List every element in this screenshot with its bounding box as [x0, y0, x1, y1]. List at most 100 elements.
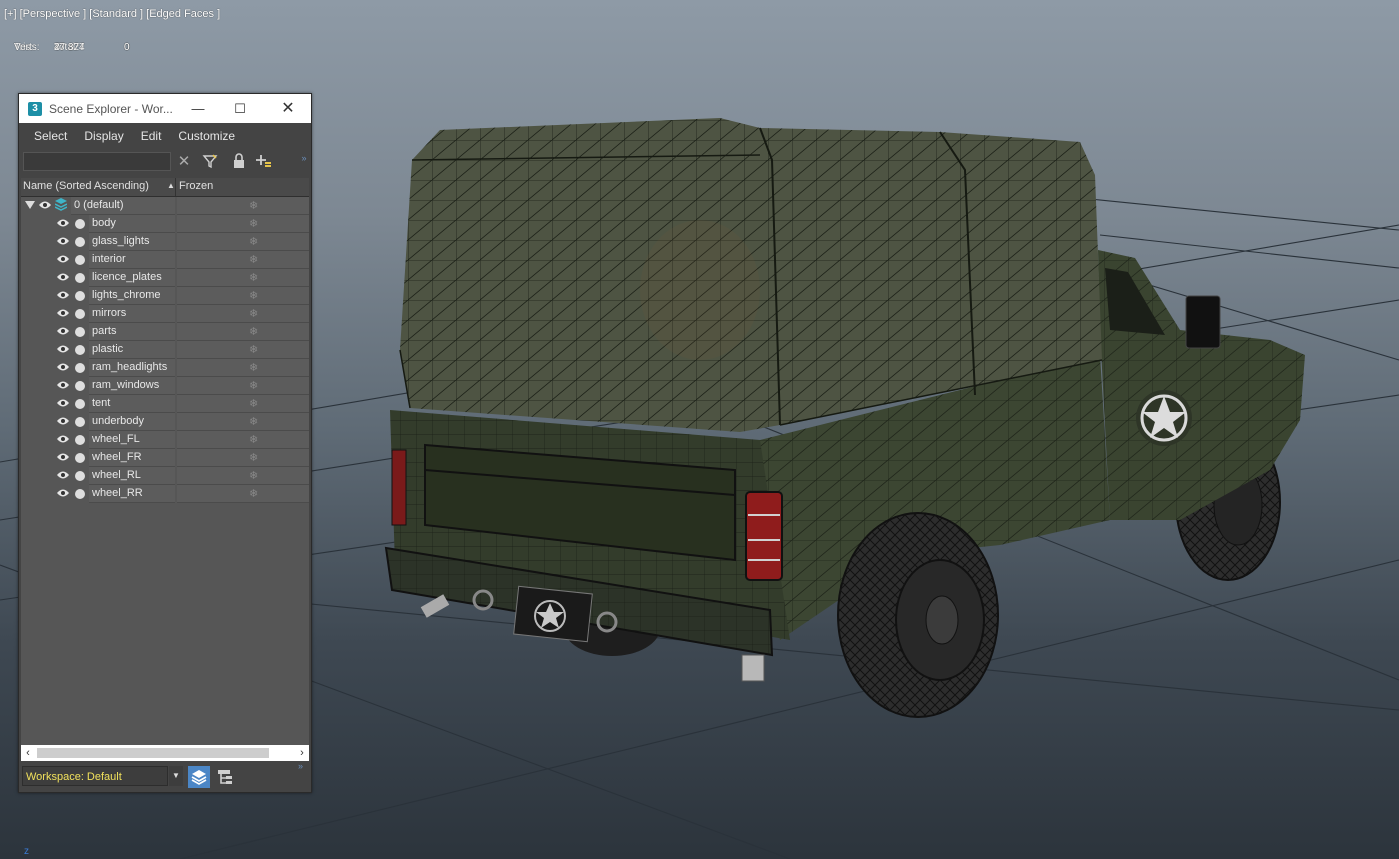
object-row[interactable]: mirrors ❄: [21, 305, 309, 323]
app-icon: 3: [28, 101, 42, 116]
eye-icon[interactable]: [57, 416, 69, 426]
column-name-header[interactable]: Name (Sorted Ascending): [23, 180, 149, 192]
snowflake-icon[interactable]: ❄: [249, 361, 258, 374]
viewport-label[interactable]: [+] [Perspective ] [Standard ] [Edged Fa…: [4, 8, 220, 20]
object-row[interactable]: plastic ❄: [21, 341, 309, 359]
stats-verts-selected: 0: [124, 42, 130, 53]
column-header: Name (Sorted Ascending) ▲ Frozen: [21, 178, 309, 197]
snowflake-icon[interactable]: ❄: [249, 235, 258, 248]
menu-customize[interactable]: Customize: [178, 129, 235, 143]
object-label: tent: [92, 397, 111, 409]
eye-icon[interactable]: [57, 344, 69, 354]
object-row[interactable]: tent ❄: [21, 395, 309, 413]
maximize-button[interactable]: ☐: [217, 94, 263, 123]
object-row[interactable]: ram_windows ❄: [21, 377, 309, 395]
chevron-down-icon[interactable]: ▼: [169, 766, 183, 786]
object-row[interactable]: underbody ❄: [21, 413, 309, 431]
minimize-button[interactable]: —: [175, 94, 221, 123]
column-divider[interactable]: [175, 178, 176, 196]
snowflake-icon[interactable]: ❄: [249, 469, 258, 482]
horizontal-scrollbar[interactable]: ‹ ›: [21, 745, 309, 761]
scroll-right-icon[interactable]: ›: [295, 745, 309, 761]
object-icon: [75, 291, 85, 301]
snowflake-icon[interactable]: ❄: [249, 307, 258, 320]
eye-icon[interactable]: [57, 362, 69, 372]
eye-icon[interactable]: [57, 398, 69, 408]
object-icon: [75, 471, 85, 481]
sort-by-hierarchy-button[interactable]: [214, 766, 236, 788]
object-label: wheel_RL: [92, 469, 141, 481]
eye-icon[interactable]: [57, 218, 69, 228]
object-row[interactable]: wheel_FR ❄: [21, 449, 309, 467]
close-button[interactable]: ✕: [265, 94, 311, 123]
stats-verts-total: 27 374: [54, 42, 85, 53]
workspace-dropdown[interactable]: Workspace: Default: [22, 766, 168, 786]
eye-icon[interactable]: [57, 380, 69, 390]
snowflake-icon[interactable]: ❄: [249, 451, 258, 464]
menu-edit[interactable]: Edit: [141, 129, 162, 143]
column-frozen-header[interactable]: Frozen: [179, 180, 213, 192]
eye-icon[interactable]: [39, 200, 51, 210]
add-layer-icon[interactable]: [255, 153, 273, 171]
expand-arrow-icon[interactable]: [25, 201, 35, 209]
snowflake-icon[interactable]: ❄: [249, 379, 258, 392]
object-label: wheel_FL: [92, 433, 140, 445]
object-row[interactable]: lights_chrome ❄: [21, 287, 309, 305]
sort-by-layer-button[interactable]: [188, 766, 210, 788]
eye-icon[interactable]: [57, 254, 69, 264]
eye-icon[interactable]: [57, 434, 69, 444]
eye-icon[interactable]: [57, 308, 69, 318]
overflow-icon[interactable]: »: [295, 149, 313, 167]
frozen-cell: [177, 395, 309, 413]
frozen-cell: [177, 287, 309, 305]
object-row[interactable]: interior ❄: [21, 251, 309, 269]
search-input[interactable]: [23, 152, 171, 171]
lock-icon[interactable]: [230, 153, 248, 171]
object-row[interactable]: licence_plates ❄: [21, 269, 309, 287]
object-label: wheel_RR: [92, 487, 143, 499]
object-label: glass_lights: [92, 235, 150, 247]
scroll-thumb[interactable]: [37, 748, 269, 758]
snowflake-icon[interactable]: ❄: [249, 217, 258, 230]
eye-icon[interactable]: [57, 272, 69, 282]
snowflake-icon[interactable]: ❄: [249, 487, 258, 500]
object-row[interactable]: glass_lights ❄: [21, 233, 309, 251]
snowflake-icon[interactable]: ❄: [249, 271, 258, 284]
frozen-cell: [177, 197, 309, 215]
object-row[interactable]: body ❄: [21, 215, 309, 233]
snowflake-icon[interactable]: ❄: [249, 415, 258, 428]
menu-display[interactable]: Display: [84, 129, 123, 143]
object-row[interactable]: wheel_FL ❄: [21, 431, 309, 449]
eye-icon[interactable]: [57, 290, 69, 300]
frozen-cell: [177, 323, 309, 341]
snowflake-icon[interactable]: ❄: [249, 433, 258, 446]
object-label: mirrors: [92, 307, 127, 319]
object-icon: [75, 435, 85, 445]
snowflake-icon[interactable]: ❄: [249, 199, 258, 212]
filter-icon[interactable]: [201, 153, 219, 171]
scroll-left-icon[interactable]: ‹: [21, 745, 35, 761]
eye-icon[interactable]: [57, 452, 69, 462]
menu-select[interactable]: Select: [34, 129, 67, 143]
stats-verts-row: Verts: 27 374 0: [14, 40, 302, 58]
eye-icon[interactable]: [57, 488, 69, 498]
overflow-icon[interactable]: »: [298, 761, 303, 771]
object-row[interactable]: ram_headlights ❄: [21, 359, 309, 377]
object-row[interactable]: wheel_RR ❄: [21, 485, 309, 503]
snowflake-icon[interactable]: ❄: [249, 397, 258, 410]
object-label: lights_chrome: [92, 289, 161, 301]
eye-icon[interactable]: [57, 236, 69, 246]
eye-icon[interactable]: [57, 470, 69, 480]
title-bar[interactable]: 3 Scene Explorer - Wor... — ☐ ✕: [19, 94, 311, 123]
object-row[interactable]: wheel_RL ❄: [21, 467, 309, 485]
snowflake-icon[interactable]: ❄: [249, 253, 258, 266]
clear-icon[interactable]: ✕: [175, 153, 193, 171]
snowflake-icon[interactable]: ❄: [249, 289, 258, 302]
object-icon: [75, 453, 85, 463]
eye-icon[interactable]: [57, 326, 69, 336]
layer-row[interactable]: 0 (default) ❄: [21, 197, 309, 215]
snowflake-icon[interactable]: ❄: [249, 325, 258, 338]
scene-explorer-window[interactable]: 3 Scene Explorer - Wor... — ☐ ✕ Select D…: [18, 93, 312, 793]
object-row[interactable]: parts ❄: [21, 323, 309, 341]
snowflake-icon[interactable]: ❄: [249, 343, 258, 356]
